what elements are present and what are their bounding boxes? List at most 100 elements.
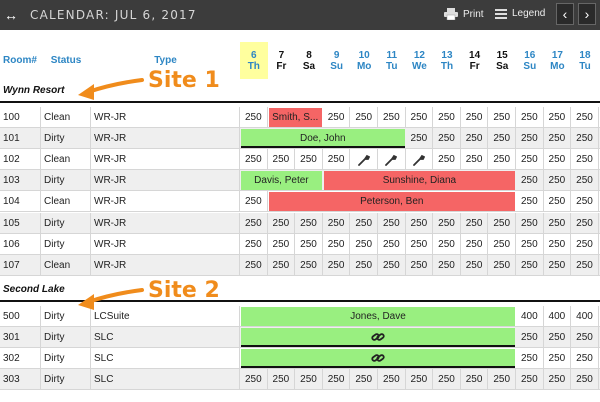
rate-cell[interactable]: 250 — [461, 254, 489, 276]
rate-cell[interactable]: 250 — [571, 149, 599, 171]
rate-cell[interactable]: 250 — [295, 149, 323, 171]
day-header[interactable]: 12 We — [406, 42, 434, 79]
day-header[interactable]: 7 Fr — [268, 42, 296, 79]
rate-cell[interactable]: 250 — [488, 369, 516, 391]
rate-cell[interactable]: 250 — [406, 107, 434, 128]
rate-cell[interactable]: 250 — [488, 107, 516, 128]
rate-cell[interactable]: 250 — [295, 233, 323, 255]
rate-cell[interactable]: 250 — [323, 369, 351, 391]
rate-cell[interactable]: 250 — [433, 149, 461, 171]
rate-cell[interactable]: 250 — [544, 212, 572, 234]
rate-cell[interactable]: 400 — [571, 305, 599, 327]
rate-cell[interactable]: 250 — [378, 107, 406, 128]
rate-cell[interactable]: 250 — [488, 233, 516, 255]
rate-cell[interactable]: 250 — [461, 369, 489, 391]
rate-cell[interactable]: 250 — [406, 128, 434, 150]
room-status[interactable]: Dirty — [41, 348, 91, 369]
rate-cell[interactable]: 250 — [516, 212, 544, 234]
rate-cell[interactable]: 250 — [350, 107, 378, 128]
rate-cell[interactable]: 250 — [350, 233, 378, 255]
rate-cell[interactable]: 250 — [544, 191, 572, 213]
day-header[interactable]: 16 Su — [516, 42, 544, 79]
day-header[interactable]: 14 Fr — [461, 42, 489, 79]
rate-cell[interactable]: 250 — [406, 233, 434, 255]
rate-cell[interactable]: 250 — [350, 212, 378, 234]
rate-cell[interactable]: 250 — [295, 212, 323, 234]
rate-cell[interactable]: 250 — [240, 191, 268, 213]
room-number[interactable]: 103 — [0, 170, 41, 192]
room-number[interactable]: 100 — [0, 107, 41, 128]
rate-cell[interactable]: 250 — [378, 212, 406, 234]
rate-cell[interactable]: 250 — [268, 212, 296, 234]
rate-cell[interactable]: 250 — [323, 149, 351, 171]
column-header-room[interactable]: Room# — [0, 42, 41, 79]
rate-cell[interactable]: 250 — [571, 191, 599, 213]
room-number[interactable]: 104 — [0, 191, 41, 213]
room-status[interactable]: Dirty — [41, 369, 91, 391]
day-header[interactable]: 13 Th — [433, 42, 461, 79]
rate-cell[interactable]: 250 — [544, 107, 572, 128]
booking-bar[interactable]: Sunshine, Diana — [323, 171, 515, 191]
rate-cell[interactable]: 250 — [461, 233, 489, 255]
room-number[interactable]: 500 — [0, 305, 41, 327]
room-number[interactable]: 106 — [0, 233, 41, 255]
rate-cell[interactable]: 250 — [433, 369, 461, 391]
rate-cell[interactable]: 250 — [433, 254, 461, 276]
room-status[interactable]: Dirty — [41, 212, 91, 234]
rate-cell[interactable]: 250 — [240, 149, 268, 171]
room-number[interactable]: 107 — [0, 254, 41, 276]
rate-cell[interactable]: 250 — [516, 191, 544, 213]
booking-bar[interactable] — [241, 349, 515, 368]
day-header[interactable]: 15 Sa — [488, 42, 516, 79]
room-number[interactable]: 101 — [0, 128, 41, 150]
day-header[interactable]: 17 Mo — [544, 42, 572, 79]
rate-cell[interactable]: 400 — [516, 305, 544, 327]
room-number[interactable]: 303 — [0, 369, 41, 391]
rate-cell[interactable]: 250 — [516, 254, 544, 276]
rate-cell[interactable]: 250 — [433, 233, 461, 255]
rate-cell[interactable]: 250 — [240, 107, 268, 128]
rate-cell[interactable]: 250 — [516, 233, 544, 255]
print-button[interactable]: Print — [444, 8, 484, 20]
rate-cell[interactable]: 250 — [516, 107, 544, 128]
day-header[interactable]: 11 Tu — [378, 42, 406, 79]
rate-cell[interactable]: 250 — [323, 107, 351, 128]
rate-cell[interactable]: 250 — [544, 233, 572, 255]
room-status[interactable]: Dirty — [41, 233, 91, 255]
rate-cell[interactable]: 250 — [461, 149, 489, 171]
day-header[interactable]: 6 Th — [240, 42, 268, 79]
maintenance-cell[interactable] — [378, 149, 406, 171]
rate-cell[interactable]: 250 — [323, 212, 351, 234]
room-status[interactable]: Clean — [41, 149, 91, 171]
rate-cell[interactable]: 250 — [378, 369, 406, 391]
day-header[interactable]: 9 Su — [323, 42, 351, 79]
rate-cell[interactable]: 250 — [323, 233, 351, 255]
rate-cell[interactable]: 250 — [516, 326, 544, 348]
previous-button[interactable]: ‹ — [556, 3, 574, 25]
rate-cell[interactable]: 250 — [571, 212, 599, 234]
room-status[interactable]: Dirty — [41, 170, 91, 192]
rate-cell[interactable]: 250 — [571, 170, 599, 192]
rate-cell[interactable]: 250 — [544, 326, 572, 348]
rate-cell[interactable]: 250 — [544, 149, 572, 171]
rate-cell[interactable]: 250 — [461, 107, 489, 128]
rate-cell[interactable]: 250 — [350, 369, 378, 391]
rate-cell[interactable]: 250 — [516, 348, 544, 369]
booking-bar[interactable]: Jones, Dave — [241, 306, 515, 326]
rate-cell[interactable]: 250 — [295, 254, 323, 276]
rate-cell[interactable]: 250 — [571, 128, 599, 150]
rate-cell[interactable]: 250 — [461, 128, 489, 150]
rate-cell[interactable]: 250 — [544, 128, 572, 150]
day-header[interactable]: 10 Mo — [350, 42, 378, 79]
rate-cell[interactable]: 250 — [240, 233, 268, 255]
booking-bar[interactable]: Davis, Peter — [241, 171, 322, 191]
room-number[interactable]: 102 — [0, 149, 41, 171]
rate-cell[interactable]: 250 — [571, 348, 599, 369]
rate-cell[interactable]: 400 — [544, 305, 572, 327]
rate-cell[interactable]: 250 — [350, 254, 378, 276]
booking-bar[interactable] — [241, 327, 515, 347]
rate-cell[interactable]: 250 — [571, 369, 599, 391]
room-status[interactable]: Dirty — [41, 128, 91, 150]
rate-cell[interactable]: 250 — [268, 254, 296, 276]
rate-cell[interactable]: 250 — [378, 254, 406, 276]
